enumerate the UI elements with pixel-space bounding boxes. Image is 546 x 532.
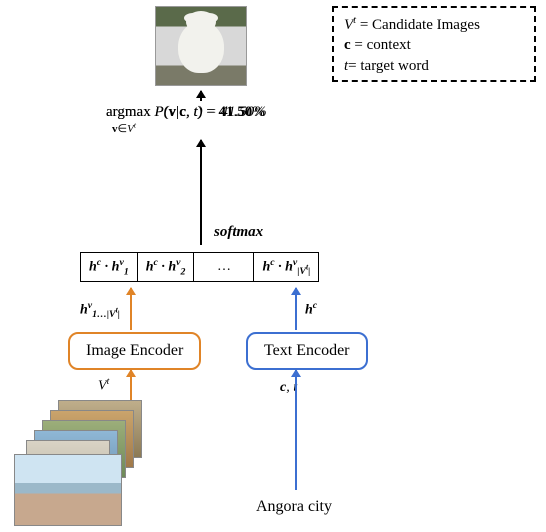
output-image: [155, 6, 247, 86]
arrow-images-in: [130, 370, 132, 404]
hc-label: hc: [305, 300, 317, 319]
argmax-subscript: v∈Vt: [112, 120, 136, 137]
Vt-label: Vt: [98, 376, 109, 395]
softmax-label: softmax: [214, 224, 263, 241]
text-encoder-label: Text Encoder: [264, 342, 350, 359]
arrow-image-enc-out: [130, 288, 132, 330]
text-encoder-box: Text Encoder: [246, 332, 368, 370]
argmax-equation-full: argmax P(v|c, t) = 41.50%: [106, 104, 265, 121]
image-encoder-label: Image Encoder: [86, 342, 183, 359]
cell-ellipsis: …: [194, 253, 254, 281]
arrow-argmax-to-image: [200, 91, 202, 101]
cell-2: hc · hv2: [138, 253, 195, 281]
cell-1: hc · hv1: [81, 253, 138, 281]
hv-label: hv1…|Vt|: [80, 300, 120, 320]
cell-last: hc · hv|Vt|: [254, 253, 318, 281]
legend-line-3: t= target word: [344, 56, 524, 76]
arrow-text-enc-out: [295, 288, 297, 330]
legend-line-1: Vt = Candidate Images: [344, 14, 524, 35]
legend-line-2: c = context: [344, 35, 524, 55]
image-encoder-box: Image Encoder: [68, 332, 201, 370]
arrow-text-in: [295, 370, 297, 490]
legend-box: Vt = Candidate Images c = context t= tar…: [332, 6, 536, 82]
candidate-image-stack: [14, 400, 124, 495]
input-text: Angora city: [256, 498, 332, 516]
dot-product-row: hc · hv1 hc · hv2 … hc · hv|Vt|: [80, 252, 319, 282]
arrow-softmax-to-argmax: [200, 140, 202, 245]
thumb-front: [14, 454, 122, 526]
